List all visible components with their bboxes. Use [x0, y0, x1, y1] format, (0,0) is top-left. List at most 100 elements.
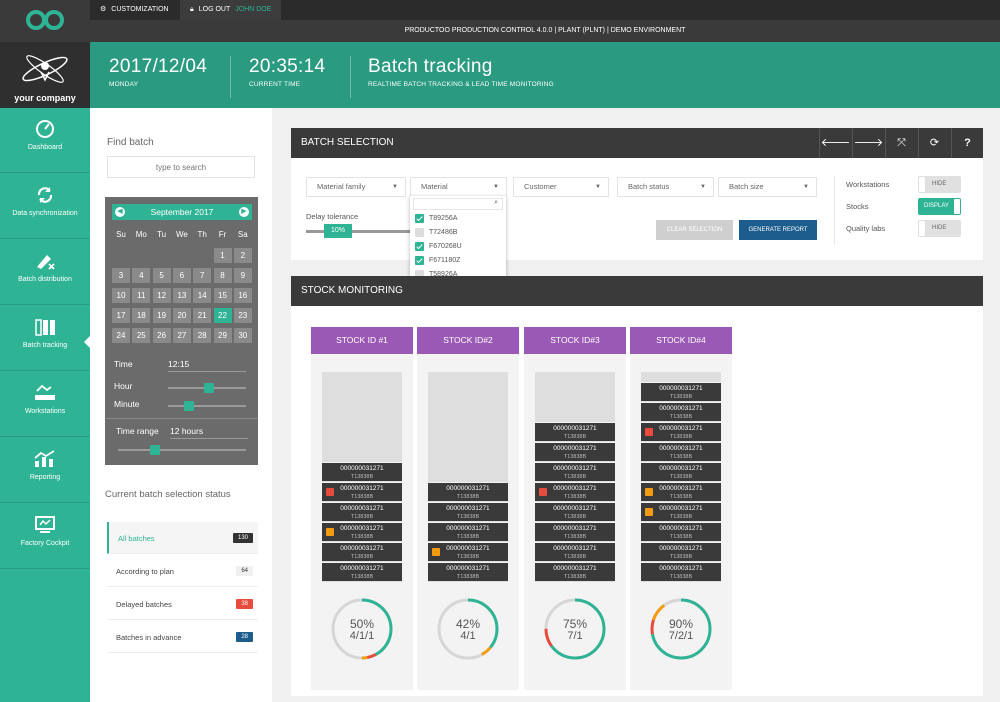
- calendar-day[interactable]: 24: [112, 328, 130, 343]
- calendar-day[interactable]: 28: [193, 328, 212, 343]
- stock-batch-cell[interactable]: 000000031271 T13838B: [428, 502, 508, 521]
- stock-batch-cell[interactable]: 000000031271 T13838B: [641, 422, 721, 441]
- stock-batch-cell[interactable]: 000000031271 T13838B: [535, 522, 615, 541]
- prev-month-icon[interactable]: ◀: [115, 207, 125, 217]
- fullscreen-button[interactable]: ⤧: [885, 128, 917, 158]
- stock-batch-cell[interactable]: 000000031271 T13838B: [322, 502, 402, 521]
- material-family-select[interactable]: Material family ▼: [306, 177, 406, 197]
- stock-batch-cell[interactable]: 000000031271 T13838B: [322, 462, 402, 481]
- calendar-day[interactable]: 30: [233, 328, 252, 343]
- sidebar-item-reporting[interactable]: Reporting: [0, 438, 90, 503]
- calendar-day[interactable]: 27: [172, 328, 191, 343]
- calendar-day[interactable]: 11: [132, 288, 151, 303]
- status-row[interactable]: All batches 130: [107, 522, 258, 554]
- stock-batch-cell[interactable]: 000000031271 T13838B: [641, 562, 721, 581]
- sidebar-item-data-synchronization[interactable]: Data synchronization: [0, 174, 90, 239]
- stock-header[interactable]: STOCK ID#3: [524, 327, 626, 354]
- stock-header[interactable]: STOCK ID#4: [630, 327, 732, 354]
- back-button[interactable]: 🡐: [819, 128, 851, 158]
- stock-batch-cell[interactable]: 000000031271 T13838B: [641, 402, 721, 421]
- calendar-day[interactable]: 21: [193, 308, 212, 323]
- stock-batch-cell[interactable]: 000000031271 T13838B: [428, 542, 508, 561]
- stock-batch-cell[interactable]: 000000031271 T13838B: [535, 562, 615, 581]
- calendar-day[interactable]: 1: [213, 248, 232, 263]
- forward-button[interactable]: 🡒: [852, 128, 884, 158]
- calendar-day[interactable]: 26: [152, 328, 171, 343]
- calendar-day[interactable]: 29: [213, 328, 232, 343]
- minute-slider[interactable]: [168, 405, 246, 407]
- next-month-icon[interactable]: ▶: [239, 207, 249, 217]
- status-row[interactable]: Batches in advance 28: [107, 621, 258, 653]
- stock-batch-cell[interactable]: 000000031271 T13838B: [641, 542, 721, 561]
- calendar-day[interactable]: 23: [233, 308, 252, 323]
- stock-batch-cell[interactable]: 000000031271 T13838B: [322, 482, 402, 501]
- calendar-day[interactable]: 12: [152, 288, 171, 303]
- stock-header[interactable]: STOCK ID#2: [417, 327, 519, 354]
- generate-report-button[interactable]: GENERATE REPORT: [739, 220, 817, 240]
- sidebar-item-batch-tracking[interactable]: Batch tracking: [0, 306, 90, 371]
- stock-batch-cell[interactable]: 000000031271 T13838B: [641, 382, 721, 401]
- stock-batch-cell[interactable]: 000000031271 T13838B: [428, 482, 508, 501]
- calendar-day[interactable]: 17: [112, 308, 130, 323]
- status-row[interactable]: According to plan 64: [107, 555, 258, 587]
- calendar-day[interactable]: 22: [213, 308, 232, 323]
- hour-slider-handle[interactable]: [203, 383, 214, 393]
- calendar-day[interactable]: 18: [132, 308, 151, 323]
- visibility-toggle[interactable]: HIDE: [918, 220, 961, 237]
- material-option[interactable]: F671180Z: [415, 256, 460, 265]
- stock-batch-cell[interactable]: 000000031271 T13838B: [641, 462, 721, 481]
- delay-tolerance-handle[interactable]: 10%: [324, 224, 352, 238]
- calendar-day[interactable]: 6: [172, 268, 191, 283]
- calendar-day[interactable]: 16: [233, 288, 252, 303]
- stock-batch-cell[interactable]: 000000031271 T13838B: [322, 522, 402, 541]
- stock-batch-cell[interactable]: 000000031271 T13838B: [322, 542, 402, 561]
- calendar-day[interactable]: 25: [132, 328, 151, 343]
- customization-button[interactable]: ⚙ CUSTOMIZATION: [90, 0, 179, 20]
- stock-header[interactable]: STOCK ID #1: [311, 327, 413, 354]
- calendar-day[interactable]: 13: [172, 288, 191, 303]
- calendar-day[interactable]: 5: [152, 268, 171, 283]
- sidebar-item-workstations[interactable]: Workstations: [0, 372, 90, 437]
- time-range-slider[interactable]: [118, 449, 246, 451]
- calendar-day[interactable]: 15: [213, 288, 232, 303]
- batch-status-select[interactable]: Batch status ▼: [617, 177, 714, 197]
- checkbox-icon[interactable]: [415, 214, 424, 223]
- stock-batch-cell[interactable]: 000000031271 T13838B: [641, 442, 721, 461]
- batch-search-input[interactable]: [107, 156, 255, 178]
- calendar-day[interactable]: 7: [193, 268, 212, 283]
- stock-batch-cell[interactable]: 000000031271 T13838B: [428, 562, 508, 581]
- stock-batch-cell[interactable]: 000000031271 T13838B: [428, 522, 508, 541]
- time-range-slider-handle[interactable]: [150, 445, 161, 455]
- customer-select[interactable]: Customer ▼: [513, 177, 609, 197]
- stock-batch-cell[interactable]: 000000031271 T13838B: [535, 462, 615, 481]
- clear-selection-button[interactable]: CLEAR SELECTION: [656, 220, 733, 240]
- calendar-day[interactable]: 4: [132, 268, 151, 283]
- minute-slider-handle[interactable]: [184, 401, 195, 411]
- stock-batch-cell[interactable]: 000000031271 T13838B: [641, 502, 721, 521]
- visibility-toggle[interactable]: DISPLAY: [918, 198, 961, 215]
- logout-button[interactable]: 🔒︎ LOG OUT JOHN DOE: [180, 0, 282, 20]
- stock-batch-cell[interactable]: 000000031271 T13838B: [535, 482, 615, 501]
- app-logo[interactable]: [0, 0, 90, 42]
- refresh-button[interactable]: ⟳: [918, 128, 950, 158]
- material-option[interactable]: F670268U: [415, 242, 462, 251]
- calendar-day[interactable]: 19: [152, 308, 171, 323]
- sidebar-item-dashboard[interactable]: Dashboard: [0, 108, 90, 173]
- stock-batch-cell[interactable]: 000000031271 T13838B: [641, 482, 721, 501]
- calendar-day[interactable]: 8: [213, 268, 232, 283]
- status-row[interactable]: Delayed batches 38: [107, 588, 258, 620]
- help-button[interactable]: ?: [951, 128, 983, 158]
- material-search-input[interactable]: ⌕: [413, 198, 503, 210]
- checkbox-icon[interactable]: [415, 242, 424, 251]
- stock-batch-cell[interactable]: 000000031271 T13838B: [535, 542, 615, 561]
- checkbox-icon[interactable]: [415, 228, 424, 237]
- visibility-toggle[interactable]: HIDE: [918, 176, 961, 193]
- batch-size-select[interactable]: Batch size ▼: [718, 177, 817, 197]
- sidebar-item-factory-cockpit[interactable]: Factory Cockpit: [0, 504, 90, 569]
- sidebar-item-batch-distribution[interactable]: Batch distribution: [0, 240, 90, 305]
- checkbox-icon[interactable]: [415, 256, 424, 265]
- calendar-day[interactable]: 3: [112, 268, 130, 283]
- stock-batch-cell[interactable]: 000000031271 T13838B: [535, 442, 615, 461]
- material-option[interactable]: T72486B: [415, 228, 457, 237]
- stock-batch-cell[interactable]: 000000031271 T13838B: [322, 562, 402, 581]
